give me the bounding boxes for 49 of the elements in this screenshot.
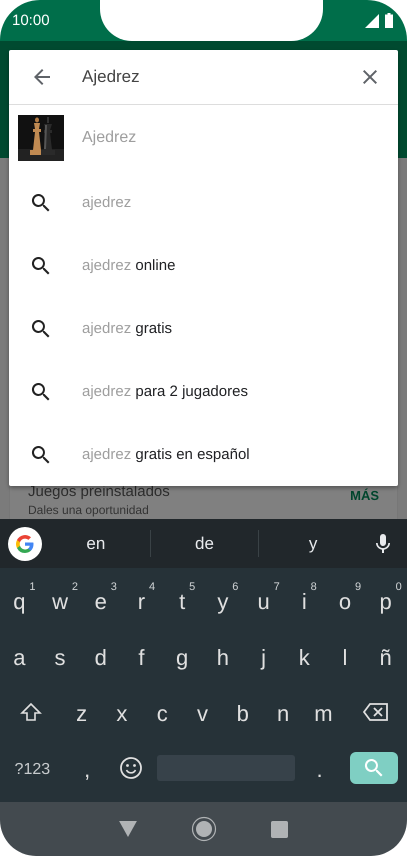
keyboard-key[interactable]: z <box>68 693 98 731</box>
keyboard-key[interactable]: . <box>308 749 333 787</box>
back-triangle-icon[interactable] <box>119 821 137 837</box>
key-hint: 7 <box>274 581 280 593</box>
emoji-icon[interactable] <box>119 756 144 780</box>
key-hint: 4 <box>149 581 156 593</box>
key-hint: 1 <box>29 581 36 593</box>
keyboard-key[interactable]: s <box>46 637 76 675</box>
key-hint: 6 <box>232 581 238 593</box>
search-key[interactable] <box>350 752 398 784</box>
keyboard-key[interactable]: d <box>86 637 117 675</box>
suggestion-item[interactable]: ajedrez online <box>9 234 398 297</box>
keyboard-key[interactable]: ñ <box>372 637 402 675</box>
key-hint: 5 <box>189 581 196 593</box>
key-hint: 2 <box>72 581 78 593</box>
keyboard-key[interactable]: j <box>253 637 276 675</box>
keyboard-key[interactable]: f <box>130 637 155 675</box>
keyboard-key[interactable]: , <box>76 749 100 787</box>
keyboard-key[interactable]: k <box>290 637 320 675</box>
status-time: 10:00 <box>12 12 51 29</box>
keyboard-key[interactable]: m <box>306 693 343 731</box>
shift-icon[interactable] <box>19 700 44 724</box>
recents-icon[interactable] <box>271 820 288 838</box>
word-suggestion[interactable]: y <box>259 534 368 554</box>
suggestion-item[interactable]: ajedrez gratis <box>9 297 398 360</box>
word-suggestion[interactable]: de <box>150 534 258 554</box>
keyboard-key[interactable]: x <box>108 693 138 731</box>
signal-icon <box>365 14 379 28</box>
search-field[interactable]: Ajedrez <box>82 65 358 89</box>
key-hint: 8 <box>310 581 317 593</box>
section-subtitle: Dales una oportunidad <box>28 502 150 518</box>
keyboard-key[interactable]: c <box>148 693 178 731</box>
key-hint: 0 <box>396 581 402 593</box>
home-icon[interactable] <box>191 816 217 842</box>
keyboard-key[interactable]: b <box>228 693 259 731</box>
google-icon[interactable] <box>8 526 42 560</box>
keyboard-key[interactable]: v <box>188 693 218 731</box>
symbols-key[interactable]: ?123 <box>6 749 60 787</box>
keyboard-key[interactable]: l <box>334 637 358 675</box>
keyboard-key[interactable]: a <box>5 637 36 675</box>
backspace-icon[interactable] <box>362 702 389 722</box>
keyboard-key[interactable]: g <box>168 637 198 675</box>
key-hint: 9 <box>354 581 362 593</box>
key-hint: 3 <box>110 581 117 593</box>
suggestion-item[interactable]: ajedrez para 2 jugadores <box>9 360 398 423</box>
keyboard-key[interactable]: n <box>268 693 300 731</box>
keyboard-key[interactable]: h <box>208 637 239 675</box>
battery-icon <box>385 13 393 28</box>
word-suggestion[interactable]: en <box>42 534 150 554</box>
